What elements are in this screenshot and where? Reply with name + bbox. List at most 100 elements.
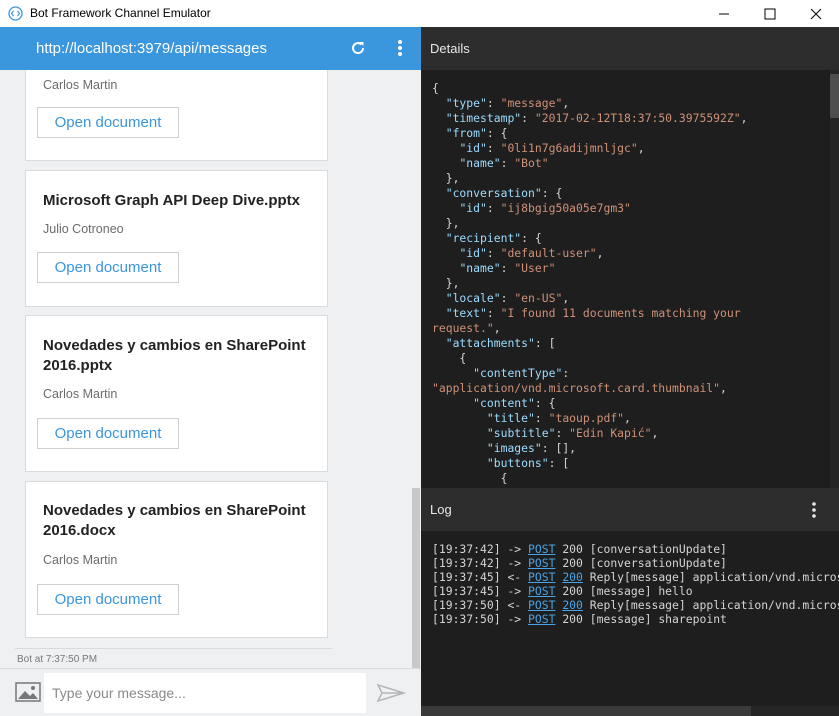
json-line: "recipient": { — [432, 231, 747, 246]
log-direction: -> — [507, 556, 522, 570]
json-punct: : — [486, 96, 501, 110]
title-bar: Bot Framework Channel Emulator — [0, 0, 839, 27]
json-line: "id": "ij8bgig50a05e7gm3" — [432, 201, 747, 216]
json-value: "ij8bgig50a05e7gm3" — [500, 201, 631, 215]
log-status: 200 — [562, 542, 583, 556]
json-value: "application/vnd.microsoft.card.thumbnai… — [432, 381, 721, 395]
log-method-link[interactable]: POST — [528, 556, 555, 570]
vertical-dots-icon[interactable] — [392, 38, 408, 58]
json-key: "subtitle" — [486, 426, 556, 440]
inspector-pane: Details { "type": "message", "timestamp"… — [421, 27, 839, 716]
log-status-link[interactable]: 200 — [562, 598, 583, 612]
json-punct: , — [637, 141, 645, 155]
json-punct — [432, 456, 487, 470]
json-punct — [432, 291, 446, 305]
compose-bar — [0, 668, 421, 716]
json-punct: : [], — [541, 441, 577, 455]
chat-pane: http://localhost:3979/api/messages Carlo… — [0, 27, 421, 716]
close-button[interactable] — [793, 0, 839, 27]
json-line: }, — [432, 171, 747, 186]
log-time: [19:37:42] — [432, 556, 501, 570]
log-title: Log — [430, 502, 452, 517]
json-punct — [432, 96, 446, 110]
json-line: }, — [432, 276, 747, 291]
json-punct: }, — [432, 276, 460, 290]
log-direction: -> — [507, 612, 522, 626]
log-message: Reply[message] application/vnd.microsoft — [589, 598, 839, 612]
json-punct: , — [720, 381, 727, 395]
log-direction: <- — [507, 598, 522, 612]
json-punct — [432, 126, 446, 140]
maximize-button[interactable] — [747, 0, 793, 27]
card-title: Novedades y cambios en SharePoint 2016.p… — [43, 337, 306, 374]
json-punct — [432, 441, 487, 455]
json-key: "id" — [459, 201, 487, 215]
log-method-link[interactable]: POST — [528, 542, 555, 556]
log-method-link[interactable]: POST — [528, 570, 555, 584]
json-key: "contentType" — [473, 366, 563, 380]
json-key: "content" — [473, 396, 535, 410]
vertical-dots-icon[interactable] — [808, 500, 820, 520]
json-punct: : — [500, 156, 515, 170]
json-line: "id": "default-user", — [432, 246, 747, 261]
open-document-button[interactable]: Open document — [37, 107, 179, 138]
log-hscroll-thumb[interactable] — [421, 706, 751, 716]
log-status-link[interactable]: 200 — [562, 570, 583, 584]
json-punct — [432, 336, 446, 350]
json-punct: : [ — [548, 456, 570, 470]
json-punct: , — [651, 426, 659, 440]
json-line: "subtitle": "Edin Kapić", — [432, 426, 747, 441]
endpoint-url[interactable]: http://localhost:3979/api/messages — [36, 40, 267, 57]
json-punct — [432, 396, 473, 410]
json-line: "contentType": — [432, 366, 747, 381]
log-entry: [19:37:50] <- POST 200 Reply[message] ap… — [432, 598, 839, 612]
json-line: "timestamp": "2017-02-12T18:37:50.397559… — [432, 111, 748, 126]
document-card: Microsoft Graph API Deep Dive.pptx Julio… — [25, 170, 328, 307]
image-upload-icon[interactable] — [15, 681, 41, 703]
json-line: { — [432, 471, 747, 486]
open-document-button[interactable]: Open document — [37, 584, 179, 615]
open-document-button[interactable]: Open document — [37, 418, 179, 449]
json-line: "application/vnd.microsoft.card.thumbnai… — [432, 381, 747, 396]
details-json-viewer[interactable]: { "type": "message", "timestamp": "2017-… — [421, 70, 839, 488]
card-title: Novedades y cambios en SharePoint 2016.d… — [43, 502, 306, 539]
details-scrollbar-thumb[interactable] — [830, 74, 839, 118]
json-key: "images" — [486, 441, 542, 455]
send-icon[interactable] — [376, 683, 406, 703]
details-scrollbar-track[interactable] — [830, 70, 839, 488]
card-title: Microsoft Graph API Deep Dive.pptx — [43, 192, 300, 209]
minimize-button[interactable] — [701, 0, 747, 27]
chat-scrollbar[interactable] — [412, 488, 420, 668]
log-time: [19:37:45] — [432, 584, 501, 598]
log-method-link[interactable]: POST — [528, 612, 555, 626]
json-value: "default-user" — [500, 246, 597, 260]
log-method-link[interactable]: POST — [528, 584, 555, 598]
app-logo-icon — [8, 6, 23, 21]
log-status: 200 — [562, 584, 583, 598]
json-punct — [432, 426, 487, 440]
refresh-icon[interactable] — [349, 39, 367, 57]
message-input[interactable] — [44, 673, 366, 713]
json-punct: { — [432, 471, 508, 485]
log-status: 200 — [562, 556, 583, 570]
json-value: "0li1n7g6adijmnljgc" — [500, 141, 638, 155]
message-divider — [15, 648, 332, 649]
log-message: Reply[message] application/vnd.microsoft — [589, 570, 839, 584]
json-punct — [432, 246, 459, 260]
log-direction: -> — [507, 542, 522, 556]
log-time: [19:37:42] — [432, 542, 501, 556]
json-key: "id" — [459, 141, 487, 155]
json-value: "User" — [514, 261, 556, 275]
open-document-button[interactable]: Open document — [37, 252, 179, 283]
log-message: [message] hello — [589, 584, 693, 598]
maximize-icon — [764, 8, 776, 19]
log-message: [conversationUpdate] — [589, 556, 727, 570]
json-punct — [432, 111, 446, 125]
json-line: { — [432, 351, 747, 366]
json-line: "name": "User" — [432, 261, 747, 276]
json-key: "type" — [445, 96, 487, 110]
log-list: [19:37:42] -> POST 200 [conversationUpda… — [421, 531, 839, 716]
log-method-link[interactable]: POST — [528, 598, 555, 612]
json-key: "recipient" — [445, 231, 522, 245]
json-line: "type": "message", — [432, 96, 747, 111]
